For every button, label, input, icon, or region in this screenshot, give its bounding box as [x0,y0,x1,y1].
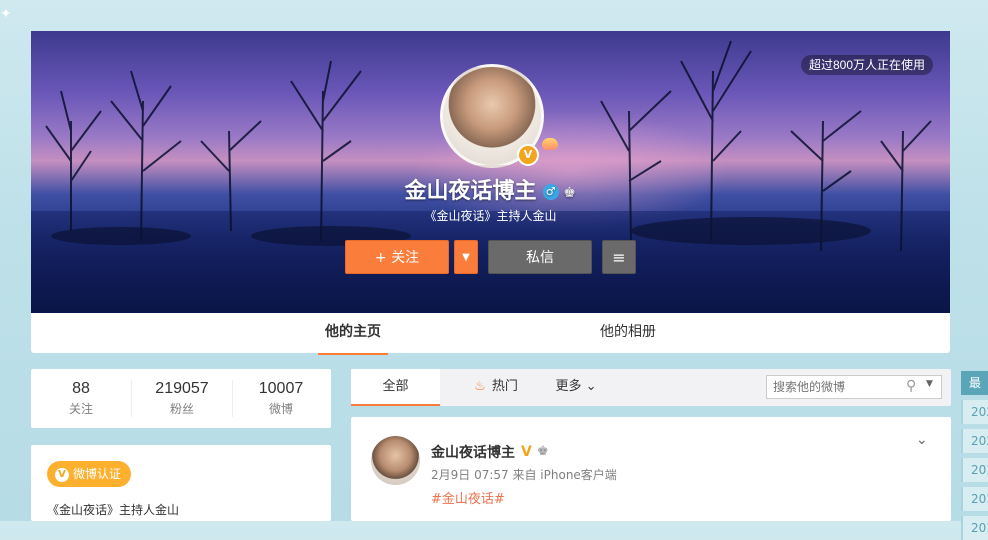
stat-following[interactable]: 88 关注 [31,380,131,417]
stat-label: 粉丝 [169,402,194,416]
feed-post: 金山夜话博主 V ♚ 2月9日 07:57 来自 iPhone客户端 #金山夜话… [351,417,951,521]
search-input[interactable] [773,379,899,395]
fire-icon: ♨ [474,379,486,394]
verified-icon: V [517,144,539,166]
feed-search[interactable]: ⚲ ▼ [766,375,942,399]
profile-name: 金山夜话博主 [404,179,537,204]
post-author[interactable]: 金山夜话博主 [431,442,515,462]
verification-card: V 微博认证 《金山夜话》主持人金山 [31,445,331,521]
crown-icon[interactable]: ♚ [563,185,577,201]
profile-cover: 超过800万人正在使用 V 金山夜话博主 ♂ ♚ 《金山夜话》主持人金山 + 关注 … [31,31,950,313]
feed-tab-more-label: 更多 [555,379,582,394]
feed-tabs: 全部 ♨ 热门 更多 ⌄ ⚲ ▼ [351,369,951,406]
menu-icon[interactable]: ≡ [602,240,636,274]
feed-tab-more[interactable]: 更多 ⌄ [547,369,605,406]
verification-badge[interactable]: V 微博认证 [47,461,132,487]
stat-value: 10007 [258,380,304,397]
stats-card: 88 关注 219057 粉丝 10007 微博 [31,369,331,428]
message-button[interactable]: 私信 [488,240,592,274]
timeline-head: 最近 [961,371,988,395]
sun-icon [542,138,558,150]
verified-icon: V [521,444,532,460]
verified-icon: V [55,467,69,482]
feed-tab-all[interactable]: 全部 [351,369,440,406]
search-icon[interactable]: ⚲ [906,378,916,394]
timeline-year[interactable]: 2019 [961,458,988,482]
chevron-down-icon: ⌄ [585,379,597,394]
corner-decoration: ✦ [0,6,12,22]
male-icon: ♂ [542,184,559,200]
stat-label: 关注 [68,402,93,416]
search-dropdown-icon[interactable]: ▼ [926,379,933,389]
tab-home[interactable]: 他的主页 [318,313,388,355]
post-avatar[interactable] [371,436,420,485]
post-topic-link[interactable]: #金山夜话# [431,488,505,507]
timeline-year[interactable]: 2018 [961,487,988,511]
timeline-year[interactable]: 2020 [961,429,988,453]
stat-value: 88 [72,380,90,397]
crown-icon[interactable]: ♚ [537,444,549,459]
verification-text: 《金山夜话》主持人金山 [47,503,180,517]
profile-description: 《金山夜话》主持人金山 [424,209,557,223]
profile-tabbar: 他的主页 他的相册 [31,313,950,355]
stat-label: 微博 [268,402,293,416]
feed-tab-hot[interactable]: ♨ 热门 [461,369,531,406]
stat-posts[interactable]: 10007 微博 [231,380,331,417]
stat-followers[interactable]: 219057 粉丝 [131,380,233,417]
timeline-year[interactable]: 2021 [961,400,988,424]
feed-tab-hot-label: 热门 [491,379,518,394]
users-count-badge: 超过800万人正在使用 [801,55,934,75]
chevron-down-icon[interactable]: ⌄ [916,432,928,448]
follow-button[interactable]: + 关注 [345,240,449,274]
post-meta[interactable]: 2月9日 07:57 来自 iPhone客户端 [431,466,617,483]
follow-dropdown-button[interactable]: ▼ [454,240,478,274]
tab-album[interactable]: 他的相册 [586,313,670,353]
stat-value: 219057 [155,380,209,397]
timeline-year[interactable]: 2017 [961,516,988,540]
profile-name-row: 金山夜话博主 ♂ ♚ [31,173,950,205]
verification-badge-label: 微博认证 [73,467,122,481]
